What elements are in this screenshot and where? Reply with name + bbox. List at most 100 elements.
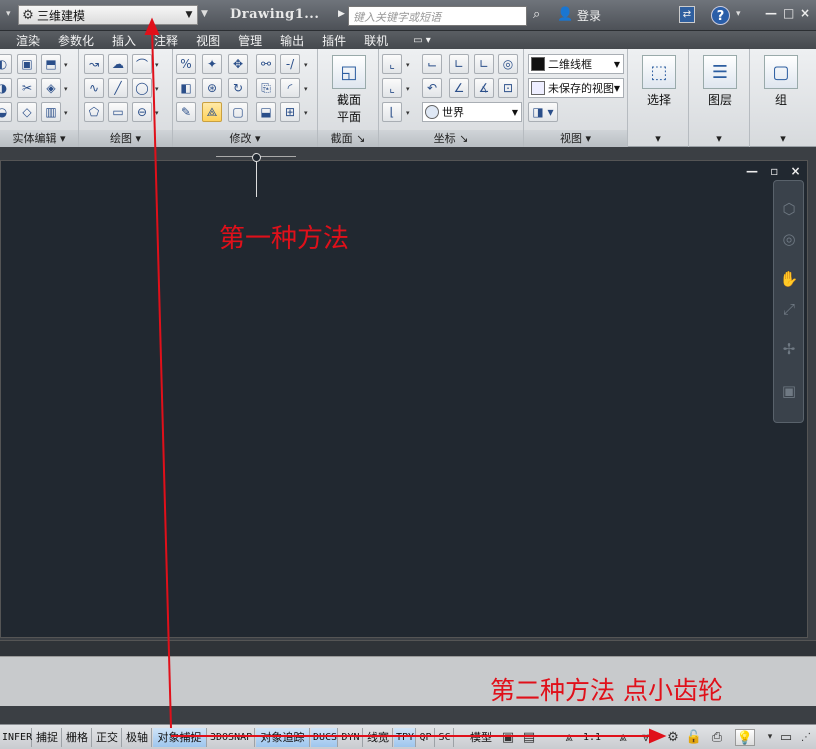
dropdown-arrow[interactable]: ▾ bbox=[304, 61, 308, 69]
move-icon[interactable]: ✥ bbox=[228, 54, 248, 74]
line-icon[interactable]: ╱ bbox=[108, 78, 128, 98]
fillet-icon[interactable]: ◜ bbox=[280, 78, 300, 98]
extrude-faces-icon[interactable]: ▣ bbox=[17, 54, 37, 74]
group-button[interactable]: ▢ 组 bbox=[758, 55, 804, 108]
panel-title-section[interactable]: 截面 ↘ bbox=[318, 130, 378, 147]
search-input[interactable]: 键入关键字或短语 bbox=[348, 6, 527, 26]
tab-output[interactable]: 输出 bbox=[271, 32, 313, 49]
canvas-minimize-button[interactable]: — bbox=[746, 164, 758, 178]
viewport-icon[interactable]: ◨ ▾ bbox=[528, 102, 558, 122]
toggle-ortho[interactable]: 正交 bbox=[93, 728, 122, 747]
clean-icon[interactable]: ◒ bbox=[0, 102, 12, 122]
panel-title-solid-edit[interactable]: 实体编辑 ▾ bbox=[0, 130, 78, 147]
dropdown-arrow[interactable]: ▾ bbox=[406, 61, 410, 69]
scale-icon[interactable]: ▢ bbox=[228, 102, 248, 122]
ucs-3point-icon[interactable]: ∡ bbox=[474, 78, 494, 98]
ellipse-icon[interactable]: ⊖ bbox=[132, 102, 152, 122]
ucs-world-icon[interactable]: ⌊ bbox=[382, 102, 402, 122]
toggle-sc[interactable]: SC bbox=[436, 728, 454, 747]
ucs-world-select[interactable]: 世界 ▼ bbox=[422, 102, 522, 122]
ucs-z-icon[interactable]: ∠ bbox=[449, 78, 469, 98]
ucs-face-icon[interactable]: ⊡ bbox=[498, 78, 518, 98]
dropdown-arrow[interactable]: ▾ bbox=[64, 85, 68, 93]
spline-icon[interactable]: ∿ bbox=[84, 78, 104, 98]
toggle-dyn[interactable]: DYN bbox=[339, 728, 363, 747]
stretch-icon[interactable]: ⬓ bbox=[256, 102, 276, 122]
dropdown-arrow[interactable]: ▾ bbox=[155, 61, 159, 69]
rotate-icon[interactable]: ↻ bbox=[228, 78, 248, 98]
dropdown-arrow[interactable]: ▾ bbox=[406, 109, 410, 117]
toggle-snap[interactable]: 捕捉 bbox=[33, 728, 62, 747]
viewcube-icon[interactable]: ⬡ bbox=[779, 199, 799, 219]
dropdown-arrow[interactable]: ▾ bbox=[304, 85, 308, 93]
help-dropdown[interactable]: ▾ bbox=[736, 9, 741, 19]
toolbar-dropdown[interactable]: ▼ bbox=[201, 9, 208, 19]
orbit-icon[interactable]: ✢ bbox=[779, 339, 799, 359]
minimize-button[interactable]: — bbox=[765, 6, 777, 20]
shell-icon[interactable]: ⬒ bbox=[41, 54, 61, 74]
panel-layers-dropdown[interactable]: ▾ bbox=[689, 130, 749, 147]
toggle-otrack[interactable]: 对象追踪 bbox=[256, 728, 310, 747]
3d-gizmo-icon[interactable]: ⟁ bbox=[202, 102, 222, 122]
annotation-visibility-icon[interactable]: ⩓ bbox=[614, 729, 632, 746]
slice-icon[interactable]: ✂ bbox=[17, 78, 37, 98]
workspace-selector[interactable]: ⚙ 三维建模 ▼ bbox=[18, 5, 198, 25]
lock-icon[interactable]: 🔓 bbox=[685, 729, 703, 746]
tab-view[interactable]: 视图 bbox=[187, 32, 229, 49]
zoom-icon[interactable]: ⤢ bbox=[779, 299, 799, 319]
canvas-restore-button[interactable]: ▫ bbox=[770, 164, 778, 178]
tab-render[interactable]: 渲染 bbox=[0, 32, 49, 49]
panel-title-view[interactable]: 视图 ▾ bbox=[524, 130, 627, 147]
login-button[interactable]: 登录 bbox=[577, 7, 601, 24]
ucs-x-icon[interactable]: ∟ bbox=[449, 54, 469, 74]
drawing-canvas[interactable] bbox=[0, 160, 808, 638]
maximize-button[interactable]: □ bbox=[783, 6, 794, 20]
visual-style-select[interactable]: 二维线框 ▼ bbox=[528, 54, 624, 74]
ucs-view-icon[interactable]: ◎ bbox=[498, 54, 518, 74]
toggle-grid[interactable]: 栅格 bbox=[63, 728, 92, 747]
gizmo-icon[interactable]: ✦ bbox=[202, 54, 222, 74]
model-space-button[interactable]: 模型 bbox=[466, 728, 496, 747]
ucs-named-icon[interactable]: ⌙ bbox=[422, 54, 442, 74]
tab-insert[interactable]: 插入 bbox=[103, 32, 145, 49]
close-button[interactable]: × bbox=[800, 6, 810, 20]
grid-array-icon[interactable]: ⊞ bbox=[280, 102, 300, 122]
toggle-ducs[interactable]: DUCS bbox=[311, 728, 338, 747]
tab-online[interactable]: 联机 bbox=[355, 32, 397, 49]
dropdown-arrow[interactable]: ▾ bbox=[64, 61, 68, 69]
separate-icon[interactable]: ◑ bbox=[0, 78, 12, 98]
isolate-objects-icon[interactable]: 💡 bbox=[735, 729, 755, 746]
ucs-origin-icon[interactable]: ⌞ bbox=[382, 78, 402, 98]
toggle-polar[interactable]: 极轴 bbox=[123, 728, 152, 747]
panel-title-modify[interactable]: 修改 ▾ bbox=[173, 130, 317, 147]
array-icon[interactable]: ⊛ bbox=[202, 78, 222, 98]
panel-group-dropdown[interactable]: ▾ bbox=[750, 130, 816, 147]
panel-title-draw[interactable]: 绘图 ▾ bbox=[79, 130, 172, 147]
dropdown-arrow[interactable]: ▾ bbox=[406, 85, 410, 93]
tab-manage[interactable]: 管理 bbox=[229, 32, 271, 49]
toggle-3dosnap[interactable]: 3DOSNAP bbox=[208, 728, 255, 747]
toggle-infer[interactable]: INFER bbox=[0, 728, 32, 747]
binoculars-icon[interactable]: ⌕ bbox=[533, 7, 540, 22]
trim-icon[interactable]: -/ bbox=[280, 54, 300, 74]
arc-icon[interactable]: ⌒ bbox=[132, 54, 152, 74]
panel-title-coordinates[interactable]: 坐标 ↘ bbox=[379, 130, 523, 147]
toggle-tpy[interactable]: TPY bbox=[394, 728, 416, 747]
ucs-y-icon[interactable]: ∟ bbox=[474, 54, 494, 74]
union-icon[interactable]: ◧ bbox=[176, 78, 196, 98]
auto-scale-icon[interactable]: ⩔ bbox=[637, 729, 655, 746]
hardware-acceleration-icon[interactable]: ⎙ bbox=[708, 729, 726, 746]
revcloud-icon[interactable]: ☁ bbox=[108, 54, 128, 74]
pan-hand-icon[interactable]: ✋ bbox=[779, 269, 799, 289]
resize-grip-icon[interactable]: ⋰ bbox=[797, 729, 815, 746]
panel-select-dropdown[interactable]: ▾ bbox=[628, 130, 688, 147]
section-plane-button[interactable]: ◱ 截面 平面 bbox=[326, 55, 372, 125]
align-icon[interactable]: ⚯ bbox=[256, 54, 276, 74]
canvas-close-button[interactable]: × bbox=[791, 164, 801, 178]
tab-annotate[interactable]: 注释 bbox=[145, 32, 187, 49]
ucs-previous-icon[interactable]: ↶ bbox=[422, 78, 442, 98]
erase-icon[interactable]: ✎ bbox=[176, 102, 196, 122]
dropdown-arrow[interactable]: ▾ bbox=[155, 109, 159, 117]
dropdown-arrow[interactable]: ▾ bbox=[304, 109, 308, 117]
solid-edit-icon[interactable]: ◐ bbox=[0, 54, 12, 74]
